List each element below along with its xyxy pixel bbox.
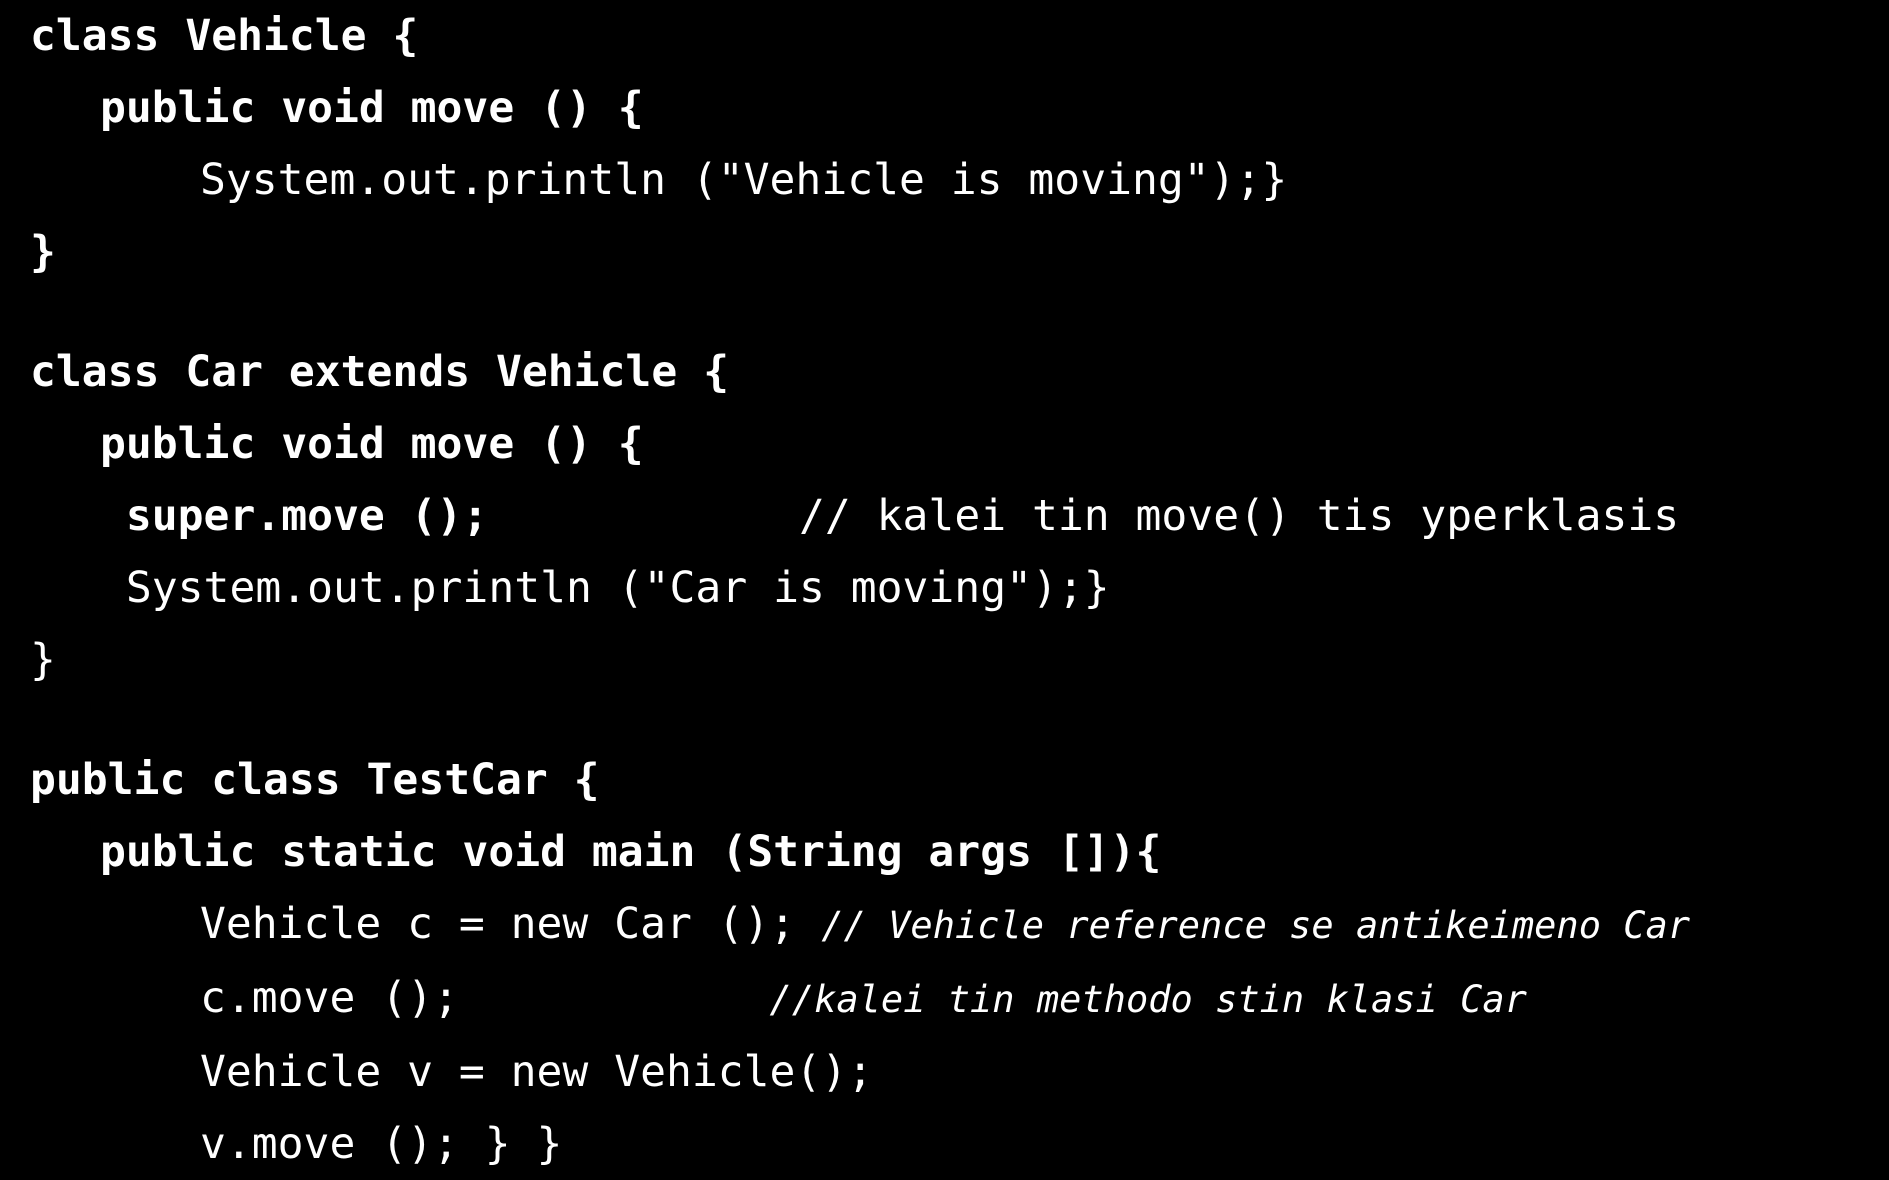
code-line: public static void main (String args [])… bbox=[0, 816, 1889, 888]
code-token: System.out.println ("Vehicle is moving")… bbox=[200, 155, 1288, 205]
code-line: class Car extends Vehicle { bbox=[0, 336, 1889, 408]
code-line: public class TestCar { bbox=[0, 744, 1889, 816]
code-token: v.move (); } } bbox=[200, 1119, 563, 1169]
code-block-testcar-class: public class TestCar { public static void… bbox=[0, 744, 1889, 1180]
code-comment: //kalei tin methodo stin klasi Car bbox=[769, 978, 1527, 1021]
code-block-car-class: class Car extends Vehicle { public void m… bbox=[0, 336, 1889, 696]
code-line: } bbox=[0, 624, 1889, 696]
code-token: } bbox=[30, 635, 56, 685]
code-line: System.out.println ("Car is moving");} bbox=[0, 552, 1889, 624]
code-line: v.move (); } } bbox=[0, 1108, 1889, 1180]
code-token: Vehicle c = new Car (); bbox=[200, 899, 822, 949]
code-token: Vehicle v = new Vehicle(); bbox=[200, 1047, 874, 1097]
code-token: System.out.println ("Car is moving");} bbox=[100, 563, 1110, 613]
code-comment: // kalei tin move() tis yperklasis bbox=[488, 491, 1680, 541]
code-slide: class Vehicle { public void move () { Syst… bbox=[0, 0, 1889, 1172]
code-token: super.move (); bbox=[100, 491, 489, 541]
code-line: Vehicle c = new Car (); // Vehicle refer… bbox=[0, 888, 1889, 962]
code-line: } bbox=[0, 216, 1889, 288]
code-token: public void move () { bbox=[100, 83, 644, 133]
code-token: public static void main (String args [])… bbox=[100, 827, 1162, 877]
code-token: c.move (); bbox=[200, 973, 770, 1023]
code-line: public void move () { bbox=[0, 408, 1889, 480]
code-token: class Vehicle { bbox=[30, 11, 419, 61]
code-line: System.out.println ("Vehicle is moving")… bbox=[0, 144, 1889, 216]
code-token: public void move () { bbox=[100, 419, 644, 469]
code-line: class Vehicle { bbox=[0, 0, 1889, 72]
code-line: Vehicle v = new Vehicle(); bbox=[0, 1036, 1889, 1108]
code-line: public void move () { bbox=[0, 72, 1889, 144]
code-comment: // Vehicle reference se antikeimeno Car bbox=[821, 904, 1691, 947]
code-token: class Car extends Vehicle { bbox=[30, 347, 729, 397]
code-line: super.move (); // kalei tin move() tis y… bbox=[0, 480, 1889, 552]
code-line: c.move (); //kalei tin methodo stin klas… bbox=[0, 962, 1889, 1036]
code-token: public class TestCar { bbox=[30, 755, 600, 805]
code-listing: class Vehicle { public void move () { Syst… bbox=[0, 0, 1889, 1180]
code-token: } bbox=[30, 227, 56, 277]
code-block-vehicle-class: class Vehicle { public void move () { Syst… bbox=[0, 0, 1889, 288]
